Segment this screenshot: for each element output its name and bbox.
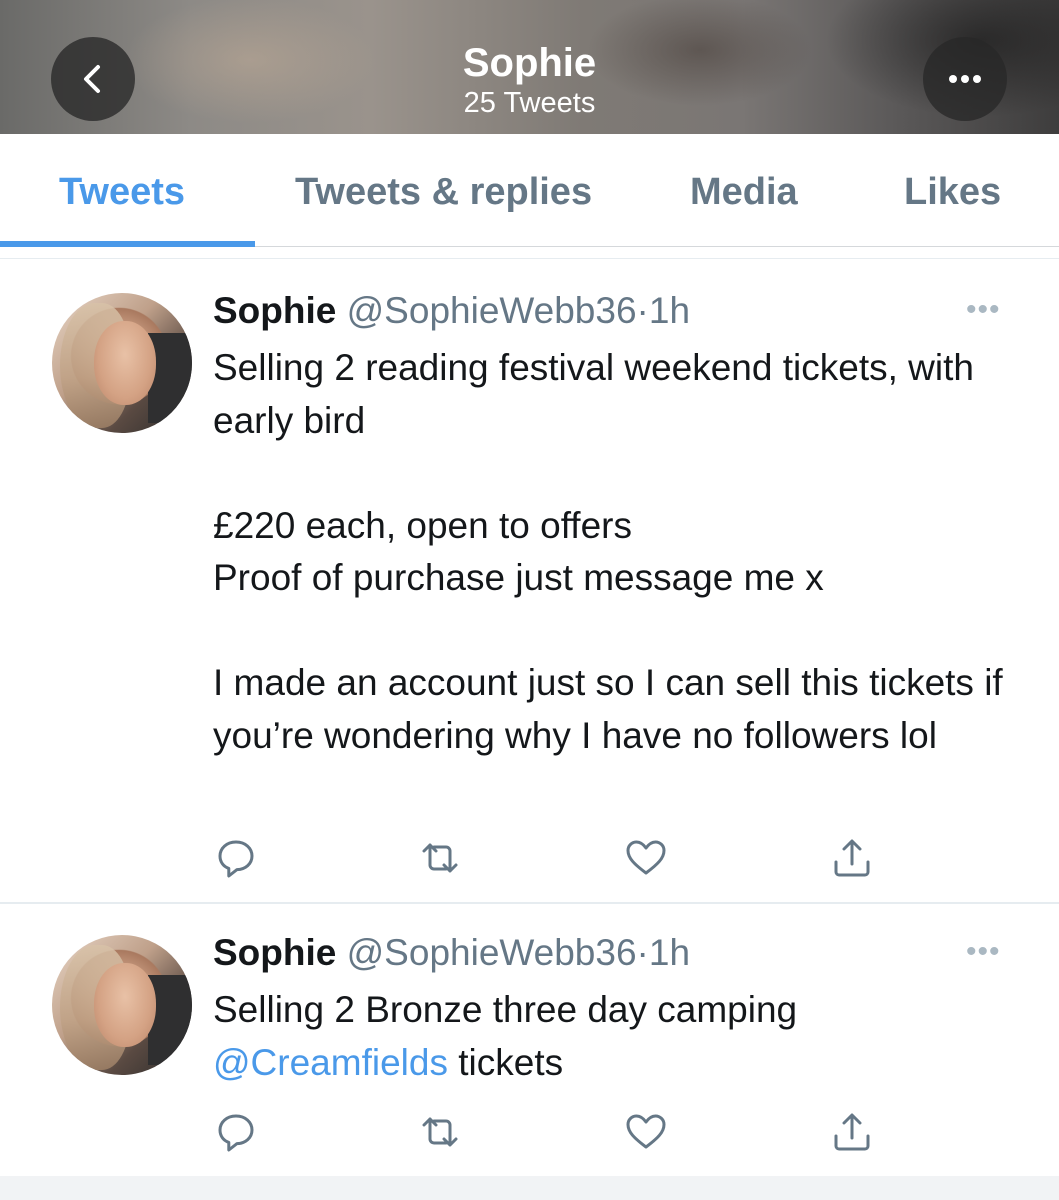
share-icon[interactable] xyxy=(830,836,874,880)
profile-tabs: Tweets Tweets & replies Media Likes xyxy=(0,134,1059,247)
divider xyxy=(0,902,1059,904)
tweet-author-name[interactable]: Sophie xyxy=(213,290,336,331)
ellipsis-icon xyxy=(949,75,981,83)
feed-bottom-divider xyxy=(0,1176,1059,1200)
more-options-button[interactable] xyxy=(923,37,1007,121)
tab-media[interactable]: Media xyxy=(690,170,798,214)
share-icon[interactable] xyxy=(830,1110,874,1154)
tweet-timestamp[interactable]: 1h xyxy=(649,932,690,973)
tweet-author-name[interactable]: Sophie xyxy=(213,932,336,973)
like-icon[interactable] xyxy=(624,1110,668,1154)
tweet-options-icon[interactable]: ••• xyxy=(966,295,1006,325)
reply-icon[interactable] xyxy=(214,1110,258,1154)
avatar[interactable] xyxy=(52,293,192,433)
mention-link[interactable]: @Creamfields xyxy=(213,1042,448,1083)
meta-separator: · xyxy=(636,290,649,331)
tweet-count: 25 Tweets xyxy=(463,87,596,119)
tweet-text: Selling 2 Bronze three day camping @Crea… xyxy=(213,984,1013,1089)
tweet-author-handle[interactable]: @SophieWebb36 xyxy=(347,932,637,973)
tweet-author-handle[interactable]: @SophieWebb36 xyxy=(347,290,637,331)
tweet-actions xyxy=(0,1110,1059,1154)
like-icon[interactable] xyxy=(624,836,668,880)
profile-name-title: Sophie xyxy=(462,41,597,85)
tab-tweets[interactable]: Tweets xyxy=(59,170,185,214)
meta-separator: · xyxy=(636,932,649,973)
tweet-text: Selling 2 reading festival weekend ticke… xyxy=(213,347,1003,756)
tab-tweets-and-replies[interactable]: Tweets & replies xyxy=(295,170,592,214)
reply-icon[interactable] xyxy=(214,836,258,880)
tweet-text-part: Selling 2 Bronze three day camping xyxy=(213,989,798,1030)
tweet-meta: Sophie @SophieWebb36·1h xyxy=(213,931,690,975)
tweet-text-part: tickets xyxy=(458,1041,564,1083)
retweet-icon[interactable] xyxy=(418,1110,462,1154)
tweet-meta: Sophie @SophieWebb36·1h xyxy=(213,289,690,333)
profile-header: Sophie 25 Tweets xyxy=(0,0,1059,134)
divider xyxy=(0,258,1059,259)
tweet-timestamp[interactable]: 1h xyxy=(649,290,690,331)
tweet-actions xyxy=(0,836,1059,880)
active-tab-indicator xyxy=(0,241,255,247)
retweet-icon[interactable] xyxy=(418,836,462,880)
tweet-options-icon[interactable]: ••• xyxy=(966,937,1006,967)
avatar[interactable] xyxy=(52,935,192,1075)
tab-likes[interactable]: Likes xyxy=(904,170,1001,214)
